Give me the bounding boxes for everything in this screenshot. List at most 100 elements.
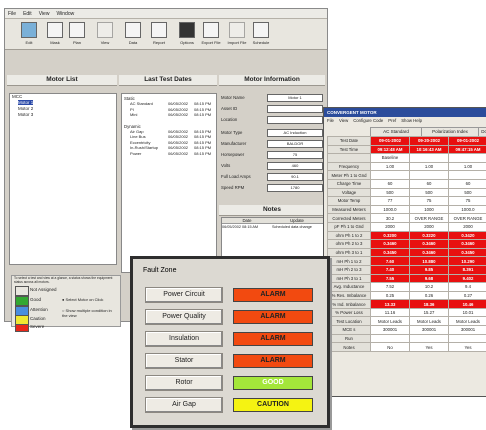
- results-cell: 60: [370, 178, 410, 189]
- results-cell: Yes: [409, 342, 449, 352]
- results-row[interactable]: MCE s 300001 300001 300001: [327, 325, 486, 335]
- motor-type-field[interactable]: AC Induction: [267, 129, 323, 137]
- results-row[interactable]: ohm Ph 2 to 3 0.3460 0.3460 0.3460: [327, 239, 486, 249]
- notes-row[interactable]: 06/05/2002 08:15 AM Scheduled data chang…: [222, 224, 324, 229]
- results-cell: [448, 153, 486, 163]
- test-row[interactable]: Mini 06/05/2002 08:15 PM: [124, 112, 214, 118]
- rotor-button[interactable]: Rotor: [145, 375, 223, 391]
- results-menu-view[interactable]: View: [339, 117, 348, 125]
- pin-icon: [21, 22, 37, 38]
- results-cell: 09:12:48 AM: [370, 144, 410, 155]
- results-menu-pref[interactable]: Pref: [388, 117, 396, 125]
- severe-swatch: [15, 324, 29, 332]
- menu-view[interactable]: View: [39, 11, 50, 17]
- results-cell: 1000.0: [448, 204, 486, 215]
- results-cell: 0.27: [448, 290, 486, 301]
- show-multiple-option[interactable]: ○ Show multiple condition in the view: [62, 308, 118, 318]
- results-cell: [409, 153, 449, 163]
- results-cell: 10.01: [448, 307, 486, 318]
- view-button[interactable]: View: [95, 22, 115, 48]
- results-cell: Motor Leads: [370, 316, 410, 327]
- results-cell: 09:47:15 AM: [448, 144, 486, 155]
- export-file-button[interactable]: Export File: [201, 22, 221, 48]
- results-row[interactable]: Notes No Yes Yes: [327, 342, 486, 352]
- results-cell: 300001: [409, 325, 449, 335]
- results-cell: 0.3460: [409, 239, 449, 249]
- test-row[interactable]: Power 06/05/2002 08:15 PM: [124, 151, 214, 157]
- menu-window[interactable]: Window: [56, 11, 74, 17]
- results-cell: [370, 170, 410, 180]
- results-row-label: Notes: [327, 342, 371, 352]
- air-gap-button[interactable]: Air Gap: [145, 397, 223, 413]
- asset-id-field[interactable]: [267, 105, 323, 113]
- stator-status: ALARM: [233, 354, 313, 368]
- results-cell: 2000: [370, 221, 410, 232]
- tree-node-motor-3[interactable]: Motor 3: [10, 112, 116, 118]
- results-row[interactable]: Charge Time 60 60 60: [327, 178, 486, 189]
- results-row[interactable]: Test Date 09-01-2002 09-20-2002 09-01-2002: [327, 136, 486, 146]
- results-row-label: mH Ph 3 to 1: [327, 273, 371, 284]
- results-cell: 1.00: [448, 161, 486, 172]
- menu-edit[interactable]: Edit: [23, 11, 32, 17]
- volts-field[interactable]: 460: [267, 162, 323, 170]
- motor-name-field[interactable]: Motor 1: [267, 94, 323, 102]
- results-row[interactable]: pF Ph 1 to Gnd 2000 2000 2000: [327, 221, 486, 232]
- data-button[interactable]: Data: [123, 22, 143, 48]
- results-cell: 09-01-2002: [448, 136, 486, 146]
- results-cell: 10.46: [448, 299, 486, 309]
- results-menu-file[interactable]: File: [327, 117, 334, 125]
- results-row[interactable]: mH Ph 1 to 2 7.60 10.880 10.290: [327, 256, 486, 266]
- power-circuit-button[interactable]: Power Circuit: [145, 287, 223, 303]
- results-cell: [448, 170, 486, 180]
- speed-rpm-field[interactable]: 1780: [267, 184, 323, 192]
- results-row[interactable]: ohm Ph 1 to 2 0.3200 0.3220 0.3420: [327, 230, 486, 241]
- results-row[interactable]: Frequency 1.00 1.00 1.00: [327, 161, 486, 172]
- results-row[interactable]: Run: [327, 333, 486, 344]
- results-cell: 1000.0: [370, 204, 410, 215]
- horsepower-field[interactable]: 75: [267, 151, 323, 159]
- air-gap-status: CAUTION: [233, 398, 313, 412]
- edit-button[interactable]: Edit: [19, 22, 39, 48]
- results-cell: 0.3460: [448, 239, 486, 249]
- mask-button[interactable]: Mask: [45, 22, 65, 48]
- stator-button[interactable]: Stator: [145, 353, 223, 369]
- notes-title: Notes: [219, 205, 325, 216]
- results-cell: Motor Leads: [409, 316, 449, 327]
- results-row[interactable]: % Power Loss 11.16 15.27 10.01: [327, 307, 486, 318]
- results-menu-configure[interactable]: Configure Code: [353, 117, 383, 125]
- report-button[interactable]: Report: [149, 22, 169, 48]
- results-row-label: ohm Ph 2 to 3: [327, 239, 371, 249]
- results-cell: 2000: [448, 221, 486, 232]
- results-row[interactable]: mH Ph 3 to 1 7.55 9.68 9.402: [327, 273, 486, 284]
- results-row[interactable]: mH Ph 2 to 3 7.40 9.85 8.391: [327, 264, 486, 275]
- insulation-button[interactable]: Insulation: [145, 331, 223, 347]
- results-row[interactable]: Baseline: [327, 153, 486, 163]
- results-row[interactable]: Motor Temp 77 75 75: [327, 196, 486, 206]
- results-row[interactable]: Test Location Motor Leads Motor Leads Motor…: [327, 316, 486, 327]
- power-quality-button[interactable]: Power Quality: [145, 309, 223, 325]
- results-cell: 7.52: [370, 282, 410, 292]
- results-row[interactable]: ohm Ph 3 to 1 0.3450 0.3460 0.3450: [327, 247, 486, 258]
- select-motor-option[interactable]: ● Select Motor on Click: [62, 297, 103, 302]
- results-row[interactable]: Avg. Inductance 7.52 10.2 9.4: [327, 282, 486, 292]
- options-button[interactable]: Options: [177, 22, 197, 48]
- menu-file[interactable]: File: [8, 11, 16, 17]
- results-row[interactable]: Voltage 500 500 500: [327, 187, 486, 198]
- manufacturer-field[interactable]: BALDOR: [267, 140, 323, 148]
- plan-button[interactable]: Plan: [67, 22, 87, 48]
- results-row[interactable]: Measured Meters 1000.0 1000 1000.0: [327, 204, 486, 215]
- results-cell: OVER RANGE: [448, 213, 486, 223]
- full-load-amps-field[interactable]: 90.1: [267, 173, 323, 181]
- results-window: CONVERGENT MOTOR File View Configure Cod…: [323, 107, 486, 397]
- results-row[interactable]: Corrected Meters 30.2 OVER RANGE OVER RANGE: [327, 213, 486, 223]
- results-cell: 0.3460: [409, 247, 449, 258]
- results-menu-help[interactable]: Show Help: [401, 117, 422, 125]
- results-row[interactable]: % Ind. Imbalance 13.33 18.36 10.46: [327, 299, 486, 309]
- import-file-button[interactable]: Import File: [227, 22, 247, 48]
- results-row[interactable]: Meter Ph 1 to Gnd: [327, 170, 486, 180]
- results-row[interactable]: % Res. Imbalance 0.25 0.26 0.27: [327, 290, 486, 301]
- location-field[interactable]: [267, 116, 323, 124]
- results-cell: Yes: [448, 342, 486, 352]
- results-row[interactable]: Test Time 09:12:48 AM 10:16:43 AM 09:47:15 …: [327, 144, 486, 155]
- schedule-button[interactable]: Schedule: [251, 22, 271, 48]
